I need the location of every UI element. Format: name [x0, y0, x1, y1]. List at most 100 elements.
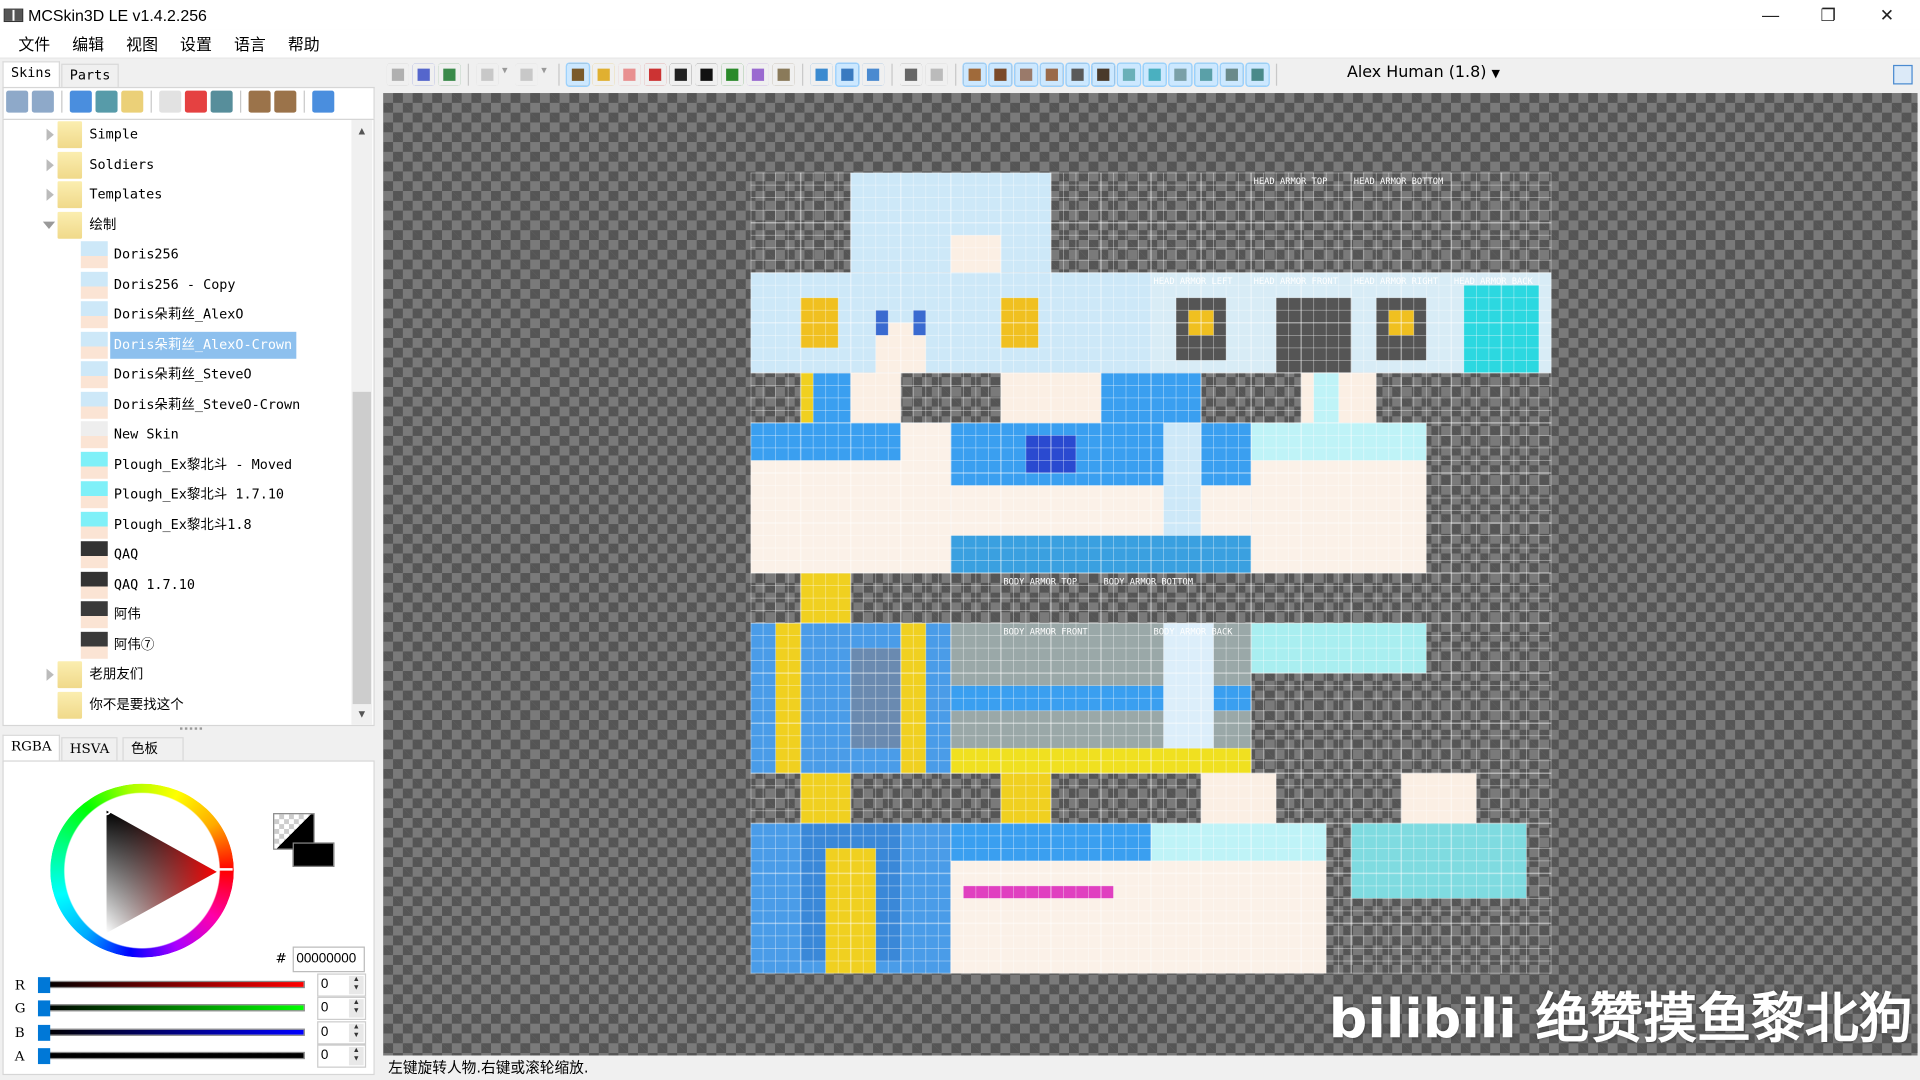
channel-value-spinner[interactable]: 0 ▲ ▼ — [317, 997, 367, 1021]
tab-palette[interactable]: 色板 — [122, 737, 184, 762]
player-model-icon[interactable] — [810, 63, 833, 86]
pencil-icon[interactable] — [592, 63, 615, 86]
channel-slider-track[interactable] — [45, 1051, 305, 1060]
darken-lighten-icon[interactable] — [695, 63, 718, 86]
upload-globe-icon[interactable] — [438, 63, 461, 86]
stamp-icon[interactable] — [772, 63, 795, 86]
spinner-arrows-icon[interactable]: ▲ ▼ — [348, 1023, 364, 1042]
menu-help[interactable]: 帮助 — [277, 32, 331, 55]
save-icon[interactable] — [386, 63, 409, 86]
tree-skin-item[interactable]: Doris朵莉丝_SteveO-Crown — [4, 390, 353, 419]
toggle-body-icon[interactable] — [988, 62, 1013, 87]
tree-skin-item[interactable]: Doris256 - Copy — [4, 270, 353, 299]
tab-hsva[interactable]: HSVA — [61, 737, 118, 762]
channel-slider-thumb[interactable] — [37, 1000, 51, 1017]
saturation-value-triangle[interactable] — [50, 784, 234, 958]
tree-skin-item[interactable]: QAQ 1.7.10 — [4, 570, 353, 599]
center-view-icon[interactable] — [900, 63, 923, 86]
splitter-grip[interactable] — [180, 727, 203, 731]
delete-icon[interactable] — [184, 90, 207, 113]
menu-settings[interactable]: 设置 — [169, 32, 223, 55]
tree-folder[interactable]: 绘制 — [4, 210, 353, 239]
both-mode-icon[interactable] — [862, 63, 885, 86]
dropper-icon[interactable] — [644, 63, 667, 86]
spinner-arrows-icon[interactable]: ▲ ▼ — [348, 1046, 364, 1066]
background-icon[interactable] — [925, 63, 948, 86]
channel-slider-track[interactable] — [45, 1028, 305, 1036]
restore-button[interactable]: ❐ — [1800, 0, 1856, 29]
toggle-chest-icon[interactable] — [1142, 62, 1167, 87]
import-icon[interactable] — [69, 90, 92, 113]
channel-value-spinner[interactable]: 0 ▲ ▼ — [317, 1020, 367, 1044]
model-select[interactable]: Alex Human (1.8) ▼ — [1347, 64, 1500, 82]
tree-skin-item[interactable]: Plough_Ex黎北斗 - Moved — [4, 450, 353, 479]
noise-icon[interactable] — [746, 63, 769, 86]
tab-skins[interactable]: Skins — [2, 61, 61, 89]
tree-skin-item[interactable]: Doris朵莉丝_AlexO — [4, 300, 353, 329]
expand-arrow-icon[interactable] — [46, 128, 54, 141]
channel-slider-track[interactable] — [45, 1004, 305, 1012]
toggle-left-sleeve-icon[interactable] — [1168, 62, 1193, 87]
channel-slider-track[interactable] — [45, 980, 305, 989]
expand-arrow-icon[interactable] — [46, 188, 54, 201]
toggle-right-sleeve-icon[interactable] — [1193, 62, 1219, 87]
undo-icon[interactable] — [476, 63, 499, 86]
minimize-button[interactable]: — — [1742, 0, 1798, 29]
tree-skin-item[interactable]: New Skin — [4, 420, 353, 449]
toggle-right-leg-icon[interactable] — [1091, 62, 1116, 87]
spinner-arrows-icon[interactable]: ▲ ▼ — [348, 975, 364, 995]
toggle-helmet-icon[interactable] — [1116, 62, 1142, 87]
channel-slider-thumb[interactable] — [37, 1048, 51, 1064]
expand-arrow-icon[interactable] — [46, 668, 54, 681]
scroll-thumb[interactable] — [352, 391, 372, 705]
hex-input[interactable]: 00000000 — [292, 946, 365, 973]
toggle-left-leg-icon[interactable] — [1065, 62, 1090, 87]
skin-editor-canvas[interactable]: HEAD ARMOR TOP HEAD ARMOR BOTTOM HEAD ARMO… — [383, 93, 1918, 1056]
grid-small-icon[interactable] — [274, 90, 297, 113]
toggle-right-arm-icon[interactable] — [1039, 62, 1065, 87]
tree-skin-item[interactable]: 阿伟⑦ — [4, 630, 353, 659]
secondary-color-swatch[interactable] — [292, 842, 335, 867]
tree-folder[interactable]: 老朋友们 — [4, 660, 353, 689]
channel-slider-thumb[interactable] — [37, 1024, 51, 1041]
texture-mode-icon[interactable] — [835, 62, 860, 87]
tree-skin-item[interactable]: Doris256 — [4, 240, 353, 269]
tree-skin-item[interactable]: Plough_Ex黎北斗1.8 — [4, 510, 353, 539]
skin-texture[interactable]: HEAD ARMOR TOP HEAD ARMOR BOTTOM HEAD ARMO… — [750, 172, 1552, 974]
toggle-right-pant-icon[interactable] — [1245, 62, 1270, 87]
save-all-icon[interactable] — [412, 63, 435, 86]
tree-skin-item[interactable]: QAQ — [4, 540, 353, 569]
toggle-head-icon[interactable] — [962, 62, 987, 87]
menu-language[interactable]: 语言 — [223, 32, 277, 55]
redo-dropdown-icon[interactable]: ▾ — [541, 64, 551, 86]
zoom-out-icon[interactable] — [6, 90, 29, 113]
menu-view[interactable]: 视图 — [115, 32, 169, 55]
channel-slider-thumb[interactable] — [37, 977, 51, 994]
undo-dropdown-icon[interactable]: ▾ — [502, 64, 512, 86]
channel-value-spinner[interactable]: 0 ▲ ▼ — [317, 1044, 367, 1068]
rename-icon[interactable] — [159, 90, 182, 113]
redo-icon[interactable] — [515, 63, 538, 86]
camera-eye-icon[interactable] — [565, 62, 591, 87]
tree-folder[interactable]: Soldiers — [4, 150, 353, 179]
channel-value-spinner[interactable]: 0 ▲ ▼ — [317, 973, 367, 997]
spinner-arrows-icon[interactable]: ▲ ▼ — [348, 999, 364, 1018]
dock-toggle-icon[interactable] — [1893, 64, 1913, 85]
tree-folder[interactable]: Simple — [4, 120, 353, 149]
expand-arrow-icon[interactable] — [46, 158, 54, 171]
clone-skin-icon[interactable] — [210, 90, 233, 113]
new-folder-icon[interactable] — [121, 90, 144, 113]
toggle-left-pant-icon[interactable] — [1219, 62, 1245, 87]
upload-icon[interactable] — [312, 90, 335, 113]
grid-large-icon[interactable] — [248, 90, 271, 113]
tab-parts[interactable]: Parts — [61, 63, 119, 89]
tree-folder[interactable]: 你不是要找这个 — [4, 690, 353, 719]
tree-skin-item[interactable]: Doris朵莉丝_AlexO-Crown — [4, 330, 353, 359]
toggle-left-arm-icon[interactable] — [1013, 62, 1039, 87]
tree-skin-item[interactable]: Plough_Ex黎北斗 1.7.10 — [4, 480, 353, 509]
bucket-icon[interactable] — [721, 63, 744, 86]
close-button[interactable]: ✕ — [1859, 0, 1915, 29]
tree-skin-item[interactable]: 阿伟 — [4, 600, 353, 629]
dodge-burn-icon[interactable] — [669, 63, 692, 86]
scroll-down-icon[interactable]: ▼ — [356, 708, 367, 720]
